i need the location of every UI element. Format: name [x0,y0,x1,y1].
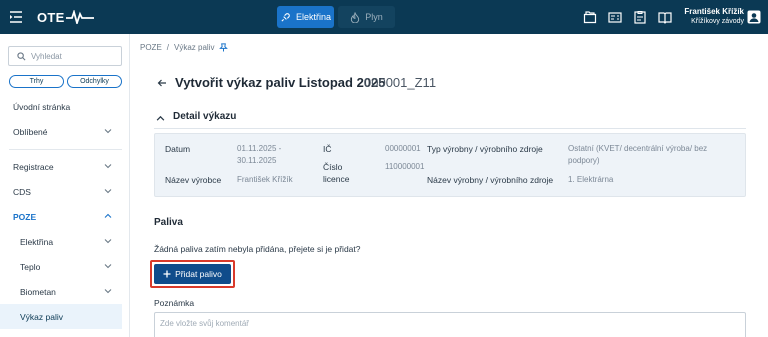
sidebar-divider [9,149,122,150]
licence-label-line2: licence [323,174,350,184]
sidebar-item-oblibene[interactable]: Oblíbené [0,119,122,144]
sidebar-item-label: Registrace [13,161,54,172]
nazev-vyrobny-label: Název výrobny / výrobního zdroje [427,175,554,185]
sidebar-item-teplo[interactable]: Teplo [0,254,122,279]
fuels-section-title: Paliva [154,217,183,228]
breadcrumb: POZE / Výkaz paliv [140,43,229,52]
pin-icon[interactable] [219,43,229,52]
sidebar-item-elektrina[interactable]: Elektřina [0,229,122,254]
avatar[interactable] [747,10,761,24]
tab-elektrina[interactable]: Elektřina [277,6,334,28]
chevron-down-icon [104,239,112,244]
user-icon [747,10,761,24]
section-divider [154,128,746,129]
plus-icon [163,270,171,278]
report-code: 000001_Z11 [364,75,437,90]
note-label: Poznámka [154,298,195,308]
ic-value: 00000001 [385,144,421,153]
datum-value-start: 01.11.2025 - [237,144,282,153]
chevron-up-icon [104,213,112,218]
chevron-down-icon [104,289,112,294]
tab-plyn-label: Plyn [365,12,383,22]
invoice-icon[interactable] [608,10,622,24]
sidebar-item-label: Výkaz paliv [20,311,63,322]
search-icon [17,51,26,60]
add-fuel-button[interactable]: Přidat palivo [154,264,231,284]
sidebar-item-cds[interactable]: CDS [0,179,122,204]
sidebar-item-label: POZE [13,211,37,222]
chevron-down-icon [104,189,112,194]
sidebar-item-label: Elektřina [20,236,54,247]
user-name: František Křížík [684,7,744,16]
chevron-down-icon [104,164,112,169]
book-icon[interactable] [658,10,672,24]
chevron-down-icon [104,264,112,269]
sidebar-item-biometan[interactable]: Biometan [0,279,122,304]
tab-elektrina-label: Elektřina [295,12,331,22]
breadcrumb-current: Výkaz paliv [174,43,215,52]
note-textarea[interactable]: Zde vložte svůj komentář [154,312,746,337]
user-company: Křížíkovy závody [691,18,744,25]
sidebar-item-label: Teplo [20,261,41,272]
logo-text: OTE [37,9,65,25]
plug-icon [281,12,290,22]
typ-value-line2: podpory) [568,156,600,165]
ic-label: IČ [323,144,332,154]
sidebar-item-label: Oblíbené [13,126,48,137]
search-placeholder: Vyhledat [31,51,62,61]
clipboard-icon[interactable] [633,10,647,24]
flame-icon [351,11,360,23]
breadcrumb-separator: / [166,43,170,52]
sidebar-item-uvodni-stranka[interactable]: Úvodní stránka [0,94,122,119]
sidebar-item-label: Úvodní stránka [13,101,71,112]
report-details: Datum 01.11.2025 - 30.11.2025 Název výro… [154,133,746,197]
typ-label: Typ výrobny / výrobního zdroje [427,144,543,154]
chevron-down-icon [104,129,112,134]
back-arrow-icon[interactable] [157,78,167,90]
sidebar: Vyhledat Trhy Odchylky Úvodní stránka Ob… [0,34,130,337]
top-bar: OTE Elektřina Plyn František Křížík Kříž… [0,0,768,34]
page-title: Vytvořit výkaz paliv Listopad 2025 [175,75,386,90]
sidebar-item-label: CDS [13,186,31,197]
folder-icon[interactable] [583,10,597,24]
chip-odchylky[interactable]: Odchylky [67,75,122,88]
datum-label: Datum [165,144,191,154]
datum-value-end: 30.11.2025 [237,156,277,165]
tab-plyn[interactable]: Plyn [338,6,395,28]
chevron-up-icon[interactable] [156,114,165,125]
breadcrumb-root[interactable]: POZE [140,43,162,52]
menu-collapse-icon[interactable] [9,9,23,25]
vyrobce-value: František Křížík [237,175,293,184]
licence-label-line1: Číslo [323,162,343,172]
ote-logo[interactable]: OTE [37,9,94,25]
pulse-icon [65,10,94,24]
sidebar-item-vykaz-paliv[interactable]: Výkaz paliv [0,304,122,329]
fuels-empty-message: Žádná paliva zatím nebyla přidána, přeje… [154,244,361,254]
sidebar-item-label: Biometan [20,286,56,297]
vyrobce-label: Název výrobce [165,175,222,185]
user-info[interactable]: František Křížík Křížíkovy závody [684,7,744,27]
add-fuel-button-label: Přidat palivo [175,269,222,279]
sidebar-item-registrace[interactable]: Registrace [0,154,122,179]
section-title-detail[interactable]: Detail výkazu [173,111,236,122]
note-placeholder: Zde vložte svůj komentář [160,319,249,328]
sidebar-search-input[interactable]: Vyhledat [8,46,122,66]
licence-value: 110000001 [385,162,425,171]
typ-value-line1: Ostatní (KVET/ decentrální výroba/ bez [568,144,708,153]
chip-trhy[interactable]: Trhy [9,75,64,88]
nazev-vyrobny-value: 1. Elektrárna [568,175,614,184]
sidebar-item-poze[interactable]: POZE [0,204,122,229]
